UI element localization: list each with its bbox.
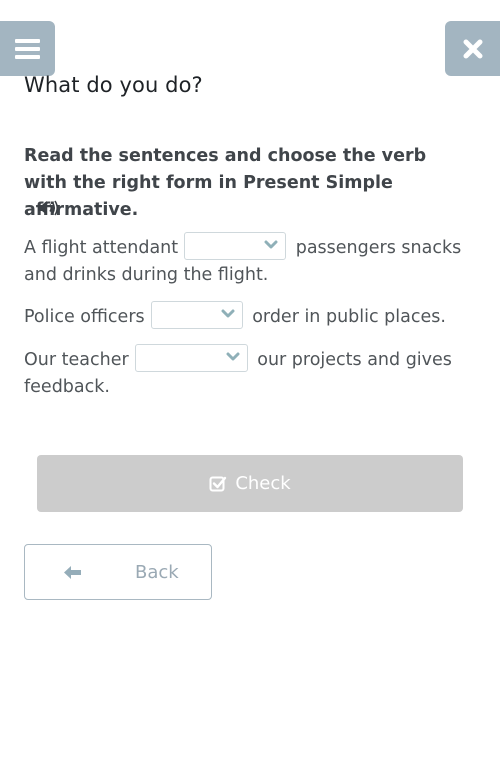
check-button-label: Check	[235, 473, 291, 494]
arrow-left-icon	[64, 566, 81, 579]
sentence-item: A flight attendant passengers snacks and…	[24, 232, 474, 289]
checkbox-checked-icon	[209, 476, 227, 491]
page-title: What do you do?	[24, 73, 203, 97]
speaker-icon[interactable]	[37, 200, 59, 216]
verb-dropdown-3[interactable]	[134, 344, 248, 372]
sentence-item: Police officers order in public places.	[24, 301, 474, 331]
sentence-text-before: Our teacher	[24, 350, 129, 370]
sentence-text-after: order in public places.	[252, 307, 446, 327]
sentence-list: A flight attendant passengers snacks and…	[24, 232, 474, 416]
sentence-text-before: A flight attendant	[24, 238, 179, 258]
close-x-icon	[463, 39, 482, 58]
chevron-down-icon	[264, 240, 278, 249]
back-button-label: Back	[135, 562, 179, 583]
back-button[interactable]: Back	[24, 544, 212, 600]
sentence-text-before: Police officers	[24, 307, 145, 327]
close-button[interactable]	[445, 21, 500, 76]
check-button[interactable]: Check	[37, 455, 463, 512]
chevron-down-icon	[226, 352, 240, 361]
verb-dropdown-2[interactable]	[150, 301, 243, 329]
menu-button[interactable]	[0, 21, 55, 76]
hamburger-icon	[15, 38, 40, 59]
chevron-down-icon	[221, 309, 235, 318]
verb-dropdown-1[interactable]	[184, 232, 287, 260]
sentence-item: Our teacher our projects and gives feedb…	[24, 344, 474, 401]
instruction-text: Read the sentences and choose the verb w…	[24, 146, 427, 220]
